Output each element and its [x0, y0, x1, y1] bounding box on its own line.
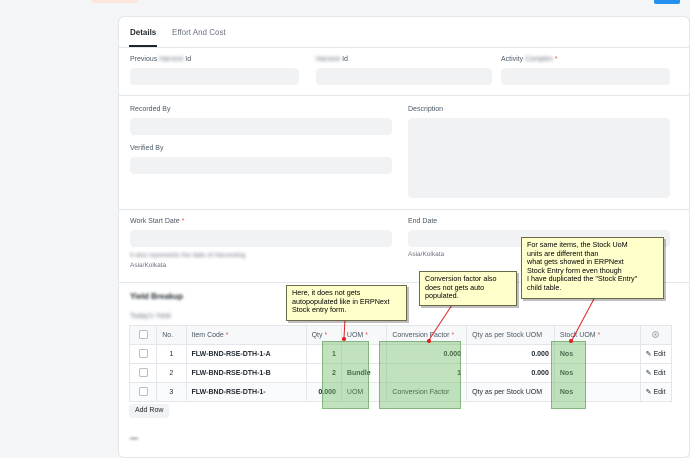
verified-by-input[interactable] [130, 157, 392, 174]
gear-icon [652, 330, 660, 338]
active-tab-indicator [129, 45, 157, 47]
stock-uom-column-highlight [551, 341, 586, 409]
work-start-timezone: Asia/Kolkata [130, 262, 167, 269]
harvest-id-label: Harvest Id [316, 56, 348, 63]
work-start-date-label: Work Start Date * [130, 218, 185, 225]
end-date-timezone: Asia/Kolkata [408, 251, 445, 258]
uom-annotation-note: Here, it does not gets autopopulated lik… [286, 285, 407, 321]
section-divider [119, 95, 689, 96]
activity-input[interactable] [501, 68, 670, 85]
row-number: 2 [156, 363, 187, 383]
end-date-label: End Date [408, 218, 438, 225]
conversion-factor-column-highlight [379, 341, 461, 409]
tab-details[interactable]: Details [130, 28, 156, 37]
item-code-input[interactable]: FLW-BND-RSE-DTH-1- [185, 382, 307, 402]
edit-row-button[interactable]: ✎ Edit [639, 363, 673, 383]
edit-row-button[interactable]: ✎ Edit [639, 344, 673, 364]
uom-column-highlight [322, 341, 369, 409]
row-number: 1 [156, 344, 187, 364]
tab-effort-and-cost[interactable]: Effort And Cost [172, 28, 226, 37]
section-title[interactable]: Yield Breakup [130, 292, 183, 301]
row-checkbox[interactable] [128, 344, 158, 364]
select-all-checkbox[interactable] [128, 325, 158, 345]
conversion-factor-annotation-note: Conversion factor also does not gets aut… [419, 271, 517, 306]
top-bar-fragment [92, 0, 138, 3]
item-code-cell[interactable]: FLW-BND-RSE-DTH-1-B [185, 363, 307, 383]
pencil-icon: ✎ [645, 389, 652, 396]
description-textarea[interactable] [408, 118, 670, 198]
stock-qty-input[interactable]: Qty as per Stock UOM [466, 382, 555, 402]
edit-row-button[interactable]: ✎ Edit [639, 382, 673, 402]
primary-action-button-fragment[interactable] [654, 0, 680, 4]
section-divider [119, 209, 689, 210]
column-settings-button[interactable] [639, 325, 673, 345]
pencil-icon: ✎ [645, 351, 652, 358]
verified-by-label: Verified By [130, 145, 164, 152]
description-label: Description [408, 106, 444, 113]
stock-qty-cell[interactable]: 0.000 [466, 363, 555, 383]
table-label: Today's Yield [130, 313, 171, 320]
stock-uom-annotation-note: For same items, the Stock UoM units are … [521, 237, 664, 299]
pencil-icon: ✎ [645, 370, 652, 377]
add-row-button[interactable]: Add Row [129, 404, 170, 418]
row-checkbox[interactable] [128, 363, 158, 383]
row-number: 3 [156, 382, 187, 402]
work-start-date-input[interactable] [130, 230, 392, 247]
tab-bar: Details Effort And Cost [119, 17, 689, 48]
recorded-by-label: Recorded By [130, 106, 171, 113]
item-code-cell[interactable]: FLW-BND-RSE-DTH-1-A [185, 344, 307, 364]
stock-qty-cell[interactable]: 0.000 [466, 344, 555, 364]
row-checkbox[interactable] [128, 382, 158, 402]
previous-harvest-id-label: Previous Harvest Id [130, 56, 192, 63]
activity-label: Activity Complex * [501, 56, 558, 63]
harvest-id-input[interactable] [316, 68, 492, 85]
work-start-date-description: It also represents the date of Harvestin… [130, 252, 246, 259]
column-header-no: No. [156, 325, 187, 345]
recorded-by-input[interactable] [130, 118, 392, 135]
next-section-title: — [130, 434, 138, 443]
previous-harvest-id-input[interactable] [130, 68, 299, 85]
column-header-item-code: Item Code * [185, 325, 307, 345]
column-header-stock-qty: Qty as per Stock UOM [466, 325, 555, 345]
